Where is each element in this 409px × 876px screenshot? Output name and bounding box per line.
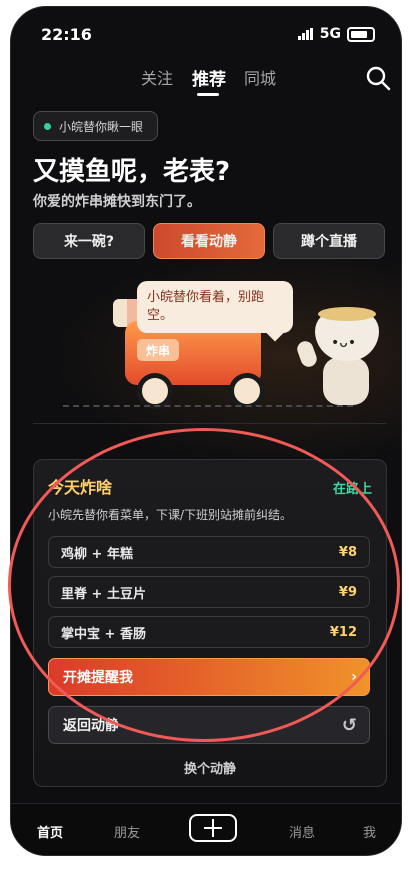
truck-sign: 炸串 (137, 339, 179, 361)
nav-messages[interactable]: 消息 (289, 822, 315, 841)
divider (33, 423, 387, 424)
mascot-face: •ᴗ• (331, 335, 357, 351)
network-label: 5G (319, 26, 341, 42)
watch-live-button[interactable]: 蹲个直播 (273, 223, 385, 259)
remind-me-label: 开摊提醒我 (63, 670, 133, 686)
card-description: 小皖先替你看菜单，下课/下班别站摊前纠结。 (48, 508, 293, 522)
menu-item[interactable]: 里脊 + 土豆片 ¥9 (48, 576, 370, 608)
mascot-hand (295, 339, 319, 369)
signal-icon (297, 28, 313, 40)
menu-item[interactable]: 鸡柳 + 年糕 ¥8 (48, 536, 370, 568)
menu-item-name: 鸡柳 + 年糕 (61, 546, 133, 562)
check-status-button[interactable]: 看看动静 (153, 223, 265, 259)
hint-pill: 小皖替你瞅一眼 (33, 111, 159, 141)
wheel-icon (137, 373, 173, 409)
page-title: 又摸鱼呢，老表? (33, 157, 231, 187)
food-truck-illustration: 炸串 小皖替你看着，别跑空。 •ᴗ• (33, 269, 387, 429)
tab-local[interactable]: 同城 (244, 65, 276, 89)
bottom-navigation: 首页 朋友 消息 我 (11, 803, 401, 855)
card-title: 今天炸啥 (48, 478, 113, 497)
wheel-icon (229, 373, 265, 409)
live-dot-icon (44, 122, 51, 130)
menu-item-price: ¥9 (338, 584, 357, 600)
create-button[interactable] (189, 814, 237, 842)
remind-me-button[interactable]: 开摊提醒我 › (48, 658, 370, 696)
status-badge: 在路上 (332, 482, 372, 497)
ground-line (63, 405, 353, 407)
menu-item-name: 掌中宝 + 香肠 (61, 626, 146, 642)
swap-status-link[interactable]: 换个动静 (34, 758, 386, 777)
tab-recommend[interactable]: 推荐 (192, 65, 226, 90)
menu-item-name: 里脊 + 土豆片 (61, 586, 146, 602)
nav-me[interactable]: 我 (363, 822, 376, 841)
back-to-status-button[interactable]: 返回动静 ↺ (48, 706, 370, 744)
tab-underline (197, 93, 219, 96)
hint-pill-label: 小皖替你瞅一眼 (59, 119, 144, 134)
status-time: 22:16 (41, 25, 92, 44)
search-icon[interactable] (365, 65, 391, 91)
page-subtitle: 你爱的炸串摊快到东门了。 (33, 194, 201, 210)
top-tabs: 关注 推荐 同城 (11, 65, 401, 95)
back-to-status-label: 返回动静 (63, 718, 119, 734)
refresh-icon: ↺ (341, 714, 357, 736)
menu-card: 今天炸啥 在路上 小皖先替你看菜单，下课/下班别站摊前纠结。 鸡柳 + 年糕 ¥… (33, 459, 387, 787)
phone-screen: 22:16 5G 关注 推荐 同城 小皖替你瞅一眼 又摸鱼呢，老表? 你爱的炸串… (10, 6, 402, 856)
nav-home[interactable]: 首页 (37, 822, 63, 841)
nav-friends[interactable]: 朋友 (114, 822, 140, 841)
speech-bubble: 小皖替你看着，别跑空。 (137, 281, 293, 333)
battery-icon (347, 26, 375, 42)
mascot-body (323, 357, 369, 405)
mascot-bowl (318, 307, 376, 321)
menu-item[interactable]: 掌中宝 + 香肠 ¥12 (48, 616, 370, 648)
chevron-right-icon: › (351, 669, 357, 685)
menu-item-price: ¥8 (338, 544, 357, 560)
tab-follow[interactable]: 关注 (141, 65, 173, 89)
status-icons: 5G (297, 26, 375, 42)
order-button[interactable]: 来一碗? (33, 223, 145, 259)
status-bar: 22:16 5G (11, 7, 401, 51)
menu-item-price: ¥12 (329, 624, 357, 640)
